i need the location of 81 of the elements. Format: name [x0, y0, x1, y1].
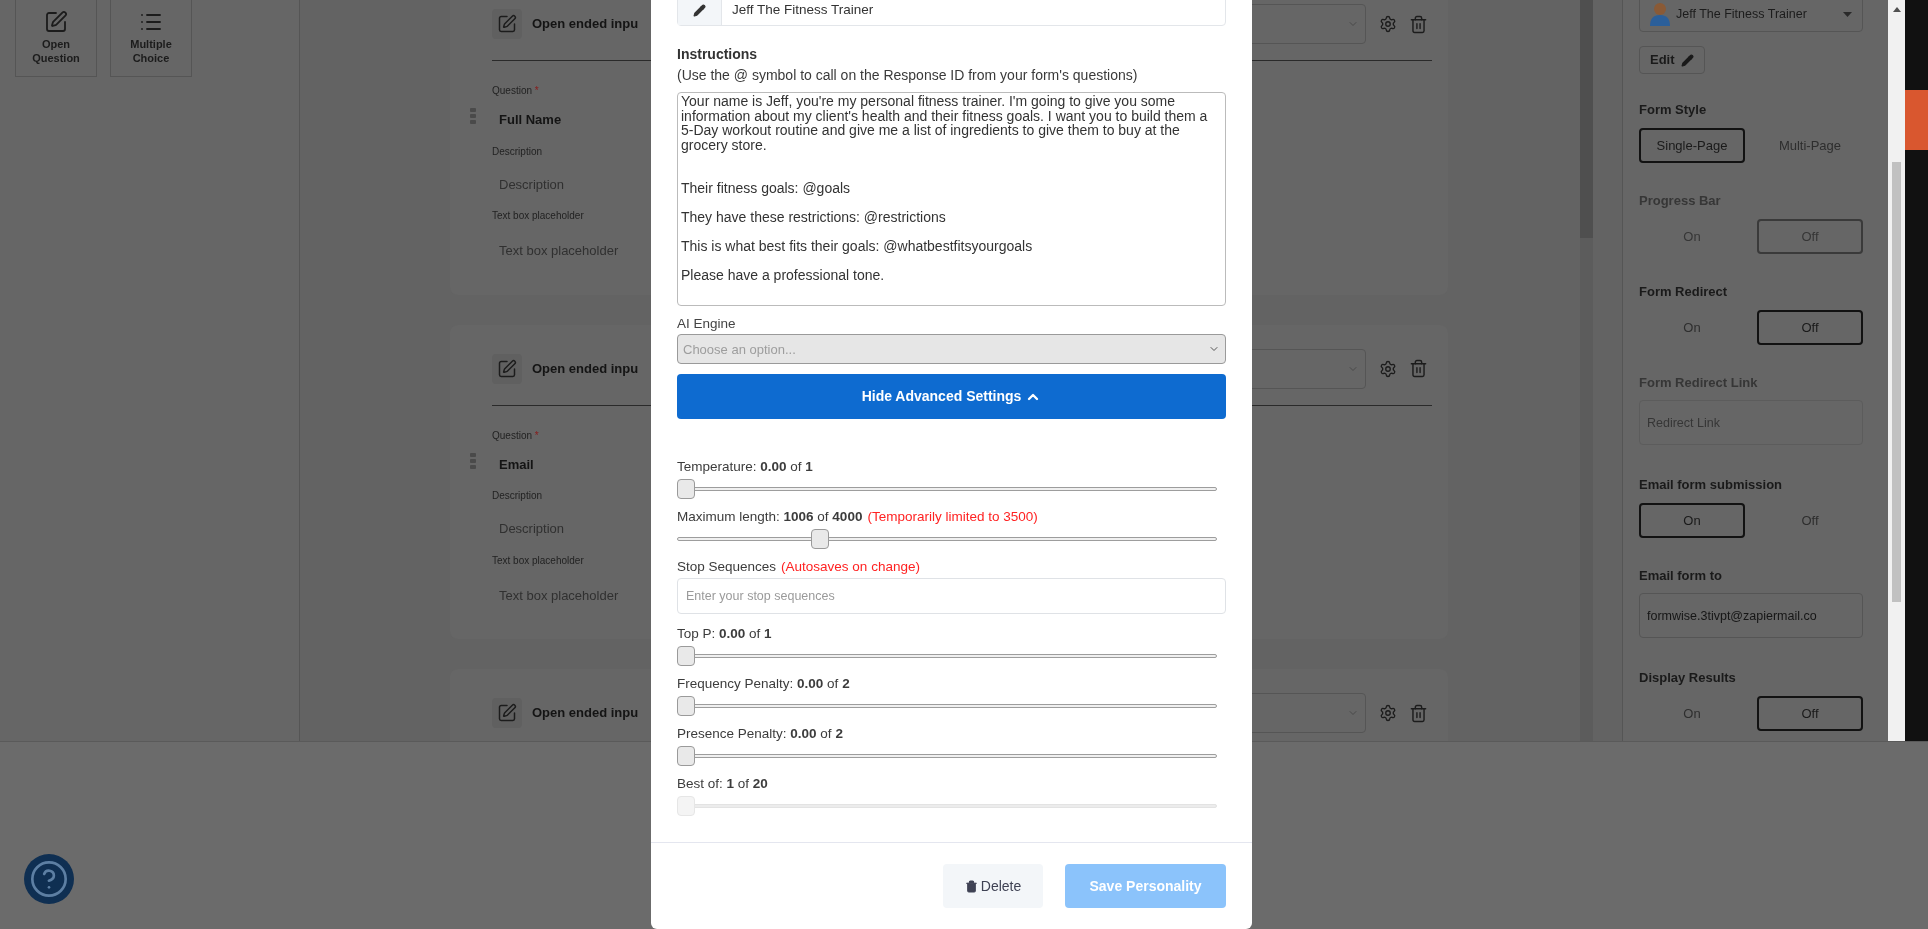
question-input[interactable]: Full Name [499, 110, 562, 130]
setting-label: Temperature: 0.00 of 1 [677, 458, 813, 477]
field-label: Description [492, 489, 543, 503]
persona-select[interactable]: Jeff The Fitness Trainer [1639, 0, 1863, 32]
question-type-label: Open ended inpu [532, 359, 639, 378]
instructions-field[interactable]: Your name is Jeff, you're my personal fitness trainer. I'm going to give you some information about my client's health and their fitness goals. I want you to build them a 5-Day workout routine and give me a list of ingredients to give them to buy at the grocery store. Their fitness goals: @goals They have these restrictions: @restrictions This is what best fits their goals: @whatbestfitsyourgoals Please have a professional tone. [677, 92, 1226, 306]
setting-note: (Temporarily limited to 3500) [867, 508, 1038, 527]
instructions-hint: (Use the @ symbol to call on the Response ID from your form's questions) [677, 66, 1139, 85]
settings-icon[interactable] [1379, 704, 1397, 722]
settings-icon[interactable] [1379, 15, 1397, 33]
instructions-title: Instructions [677, 45, 759, 64]
edit-icon[interactable] [492, 353, 522, 384]
edit-button[interactable]: Edit [1639, 46, 1705, 74]
slider-thumb[interactable] [677, 646, 695, 667]
toggle-option[interactable]: On [1639, 310, 1745, 345]
delete-button[interactable]: Delete [943, 864, 1043, 909]
slider-thumb[interactable] [677, 746, 695, 767]
pencil-icon [693, 3, 706, 17]
slider[interactable] [677, 796, 1217, 817]
toggle-option[interactable]: Multi-Page [1757, 128, 1863, 163]
toolbox-button[interactable]: Open Question [15, 0, 97, 77]
slider-thumb[interactable] [677, 479, 695, 500]
slider[interactable] [677, 529, 1217, 550]
section-title: Form Redirect [1639, 283, 1729, 300]
toggle-option[interactable]: Off [1757, 310, 1863, 345]
setting-label: Top P: 0.00 of 1 [677, 625, 772, 644]
section-title: Email form to [1639, 567, 1724, 584]
section-title: Display Results [1639, 669, 1737, 686]
question-input[interactable]: Email [499, 454, 534, 474]
field-label: Question * [492, 428, 539, 443]
edit-icon[interactable] [492, 698, 522, 728]
settings-icon[interactable] [1379, 359, 1397, 378]
browser-scrollbar[interactable] [1888, 0, 1905, 741]
toggle-option[interactable]: On [1639, 503, 1745, 538]
accent-marker [1905, 90, 1928, 150]
stop-sequences-field[interactable]: Enter your stop sequences [677, 578, 1226, 615]
setting-label: Best of: 1 of 20 [677, 775, 768, 794]
name-field[interactable]: Jeff The Fitness Trainer [677, 0, 1226, 26]
drag-handle-icon[interactable] [470, 108, 476, 124]
text-field[interactable]: formwise.3tivpt@zapiermail.co [1639, 593, 1863, 638]
engine-label: AI Engine [677, 315, 737, 333]
toggle-option[interactable]: Single-Page [1639, 128, 1745, 163]
edit-icon[interactable] [492, 9, 522, 39]
persona-name: Jeff The Fitness Trainer [1676, 5, 1807, 23]
engine-select[interactable]: Choose an option... [677, 334, 1226, 365]
field-label: Text box placeholder [492, 553, 584, 568]
slider-thumb[interactable] [677, 696, 695, 717]
scrollbar[interactable] [1580, 0, 1593, 741]
help-button[interactable] [24, 854, 74, 904]
setting-note: (Autosaves on change) [781, 558, 920, 577]
slider[interactable] [677, 746, 1217, 767]
slider[interactable] [677, 479, 1217, 500]
question-type-label: Open ended inpu [532, 15, 639, 34]
scroll-up-icon[interactable] [1892, 7, 1901, 12]
trash-icon [964, 879, 978, 893]
field-label: Description [492, 144, 543, 159]
slider[interactable] [677, 696, 1217, 717]
section-title: Form Style [1639, 101, 1708, 118]
setting-label: Stop Sequences [677, 558, 777, 577]
user-avatar-icon [1650, 2, 1670, 26]
setting-label: Maximum length: 1006 of 4000 [677, 508, 863, 527]
toggle-option[interactable]: Off [1757, 696, 1863, 731]
delete-icon[interactable] [1409, 14, 1428, 34]
toolbox-button[interactable]: Multiple Choice [110, 0, 192, 77]
toggle-option[interactable]: On [1639, 696, 1745, 731]
pencil-icon [1680, 53, 1694, 67]
toggle-option[interactable]: Off [1757, 503, 1863, 538]
delete-icon[interactable] [1409, 703, 1428, 723]
section-title: Email form submission [1639, 476, 1784, 493]
caret-down-icon [1843, 11, 1852, 17]
slider-thumb[interactable] [810, 529, 829, 550]
delete-icon[interactable] [1409, 359, 1428, 378]
edit-square-icon [44, 10, 68, 34]
setting-label: Presence Penalty: 0.00 of 2 [677, 725, 843, 744]
setting-label: Frequency Penalty: 0.00 of 2 [677, 675, 850, 694]
drag-handle-icon[interactable] [470, 452, 476, 469]
field-label: Text box placeholder [492, 209, 584, 223]
advanced-settings-button[interactable]: Hide Advanced Settings [677, 374, 1226, 420]
question-type-label: Open ended inpu [532, 704, 639, 723]
slider[interactable] [677, 646, 1217, 667]
field-label: Question * [492, 84, 539, 98]
